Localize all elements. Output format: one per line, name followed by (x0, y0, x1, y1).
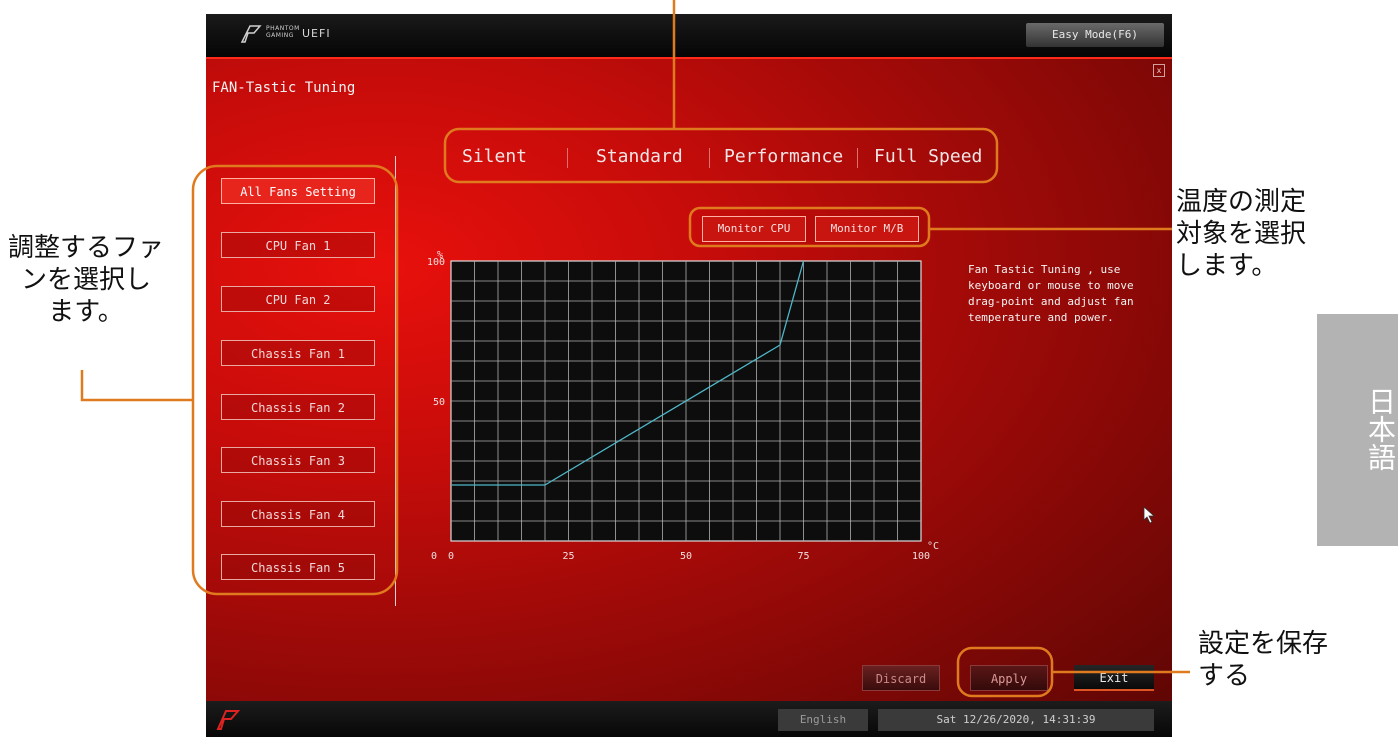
annotation-save: 設定を保存 する (1198, 629, 1329, 691)
callout-apply (956, 646, 1054, 698)
callout-modes (443, 127, 999, 184)
callout-line (80, 370, 193, 402)
callout-monitor (688, 206, 931, 248)
language-tab[interactable]: 日本語 (1317, 314, 1398, 546)
callout-fans (191, 164, 399, 596)
annotation-select-fan: 調整するファ ンを選択し ます。 (7, 233, 164, 327)
annotation-overlay (80, 0, 1190, 698)
annotation-select-temp: 温度の測定 対象を選択 します。 (1176, 187, 1307, 281)
language-tab-label: 日本語 (1364, 387, 1397, 471)
